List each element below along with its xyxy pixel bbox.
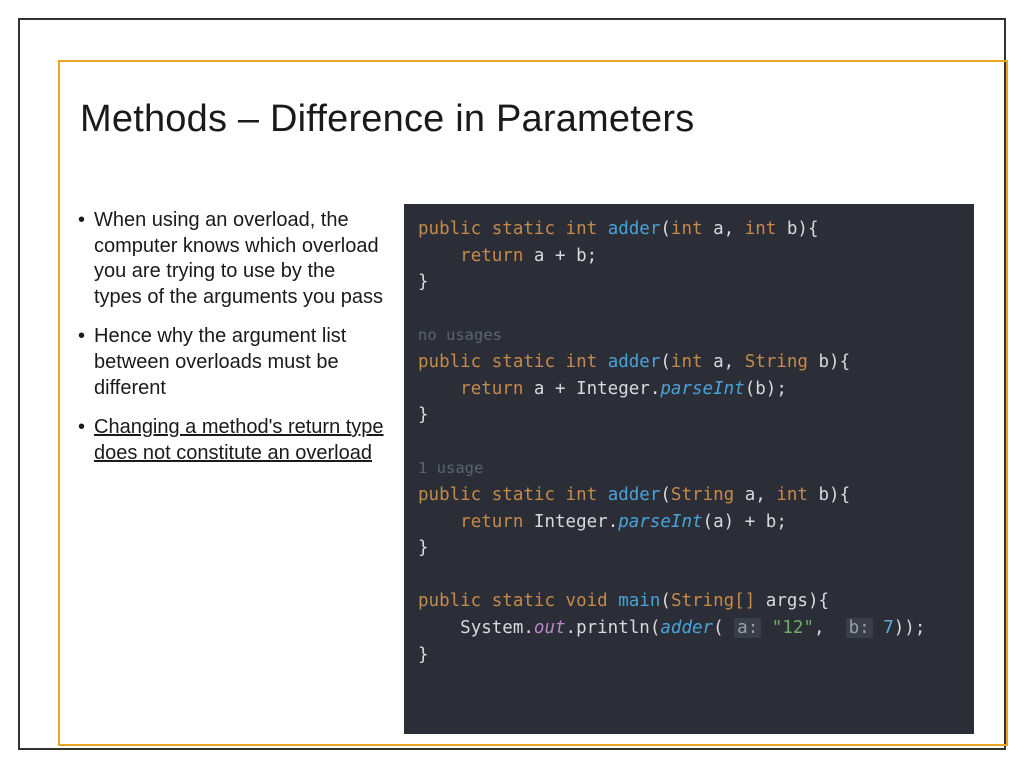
slide-title: Methods – Difference in Parameters <box>80 98 694 141</box>
usage-hint-none: no usages <box>418 326 502 344</box>
cls-System: System <box>460 618 523 638</box>
fn-parseInt: parseInt <box>660 379 744 399</box>
bullet-list: When using an overload, the computer kno… <box>78 208 388 480</box>
code-snippet: public static int adder(int a, int b){ r… <box>404 204 974 734</box>
kw-public: public <box>418 219 481 239</box>
usage-hint-one: 1 usage <box>418 459 483 477</box>
kw-void: void <box>566 591 608 611</box>
fn-println: println <box>576 618 650 638</box>
param-hint-a: a: <box>734 618 761 638</box>
kw-static: static <box>492 219 555 239</box>
outer-frame: Methods – Difference in Parameters When … <box>18 18 1006 750</box>
fn-adder: adder <box>608 219 661 239</box>
string-literal: "12" <box>772 618 814 638</box>
fn-main: main <box>618 591 660 611</box>
number-literal: 7 <box>883 618 894 638</box>
bullet-2: Hence why the argument list between over… <box>78 324 388 401</box>
kw-return: return <box>460 246 523 266</box>
type-int: int <box>566 219 598 239</box>
param-hint-b: b: <box>846 618 873 638</box>
bullet-1: When using an overload, the computer kno… <box>78 208 388 310</box>
fld-out: out <box>534 618 566 638</box>
bullet-3: Changing a method's return type does not… <box>78 415 388 466</box>
